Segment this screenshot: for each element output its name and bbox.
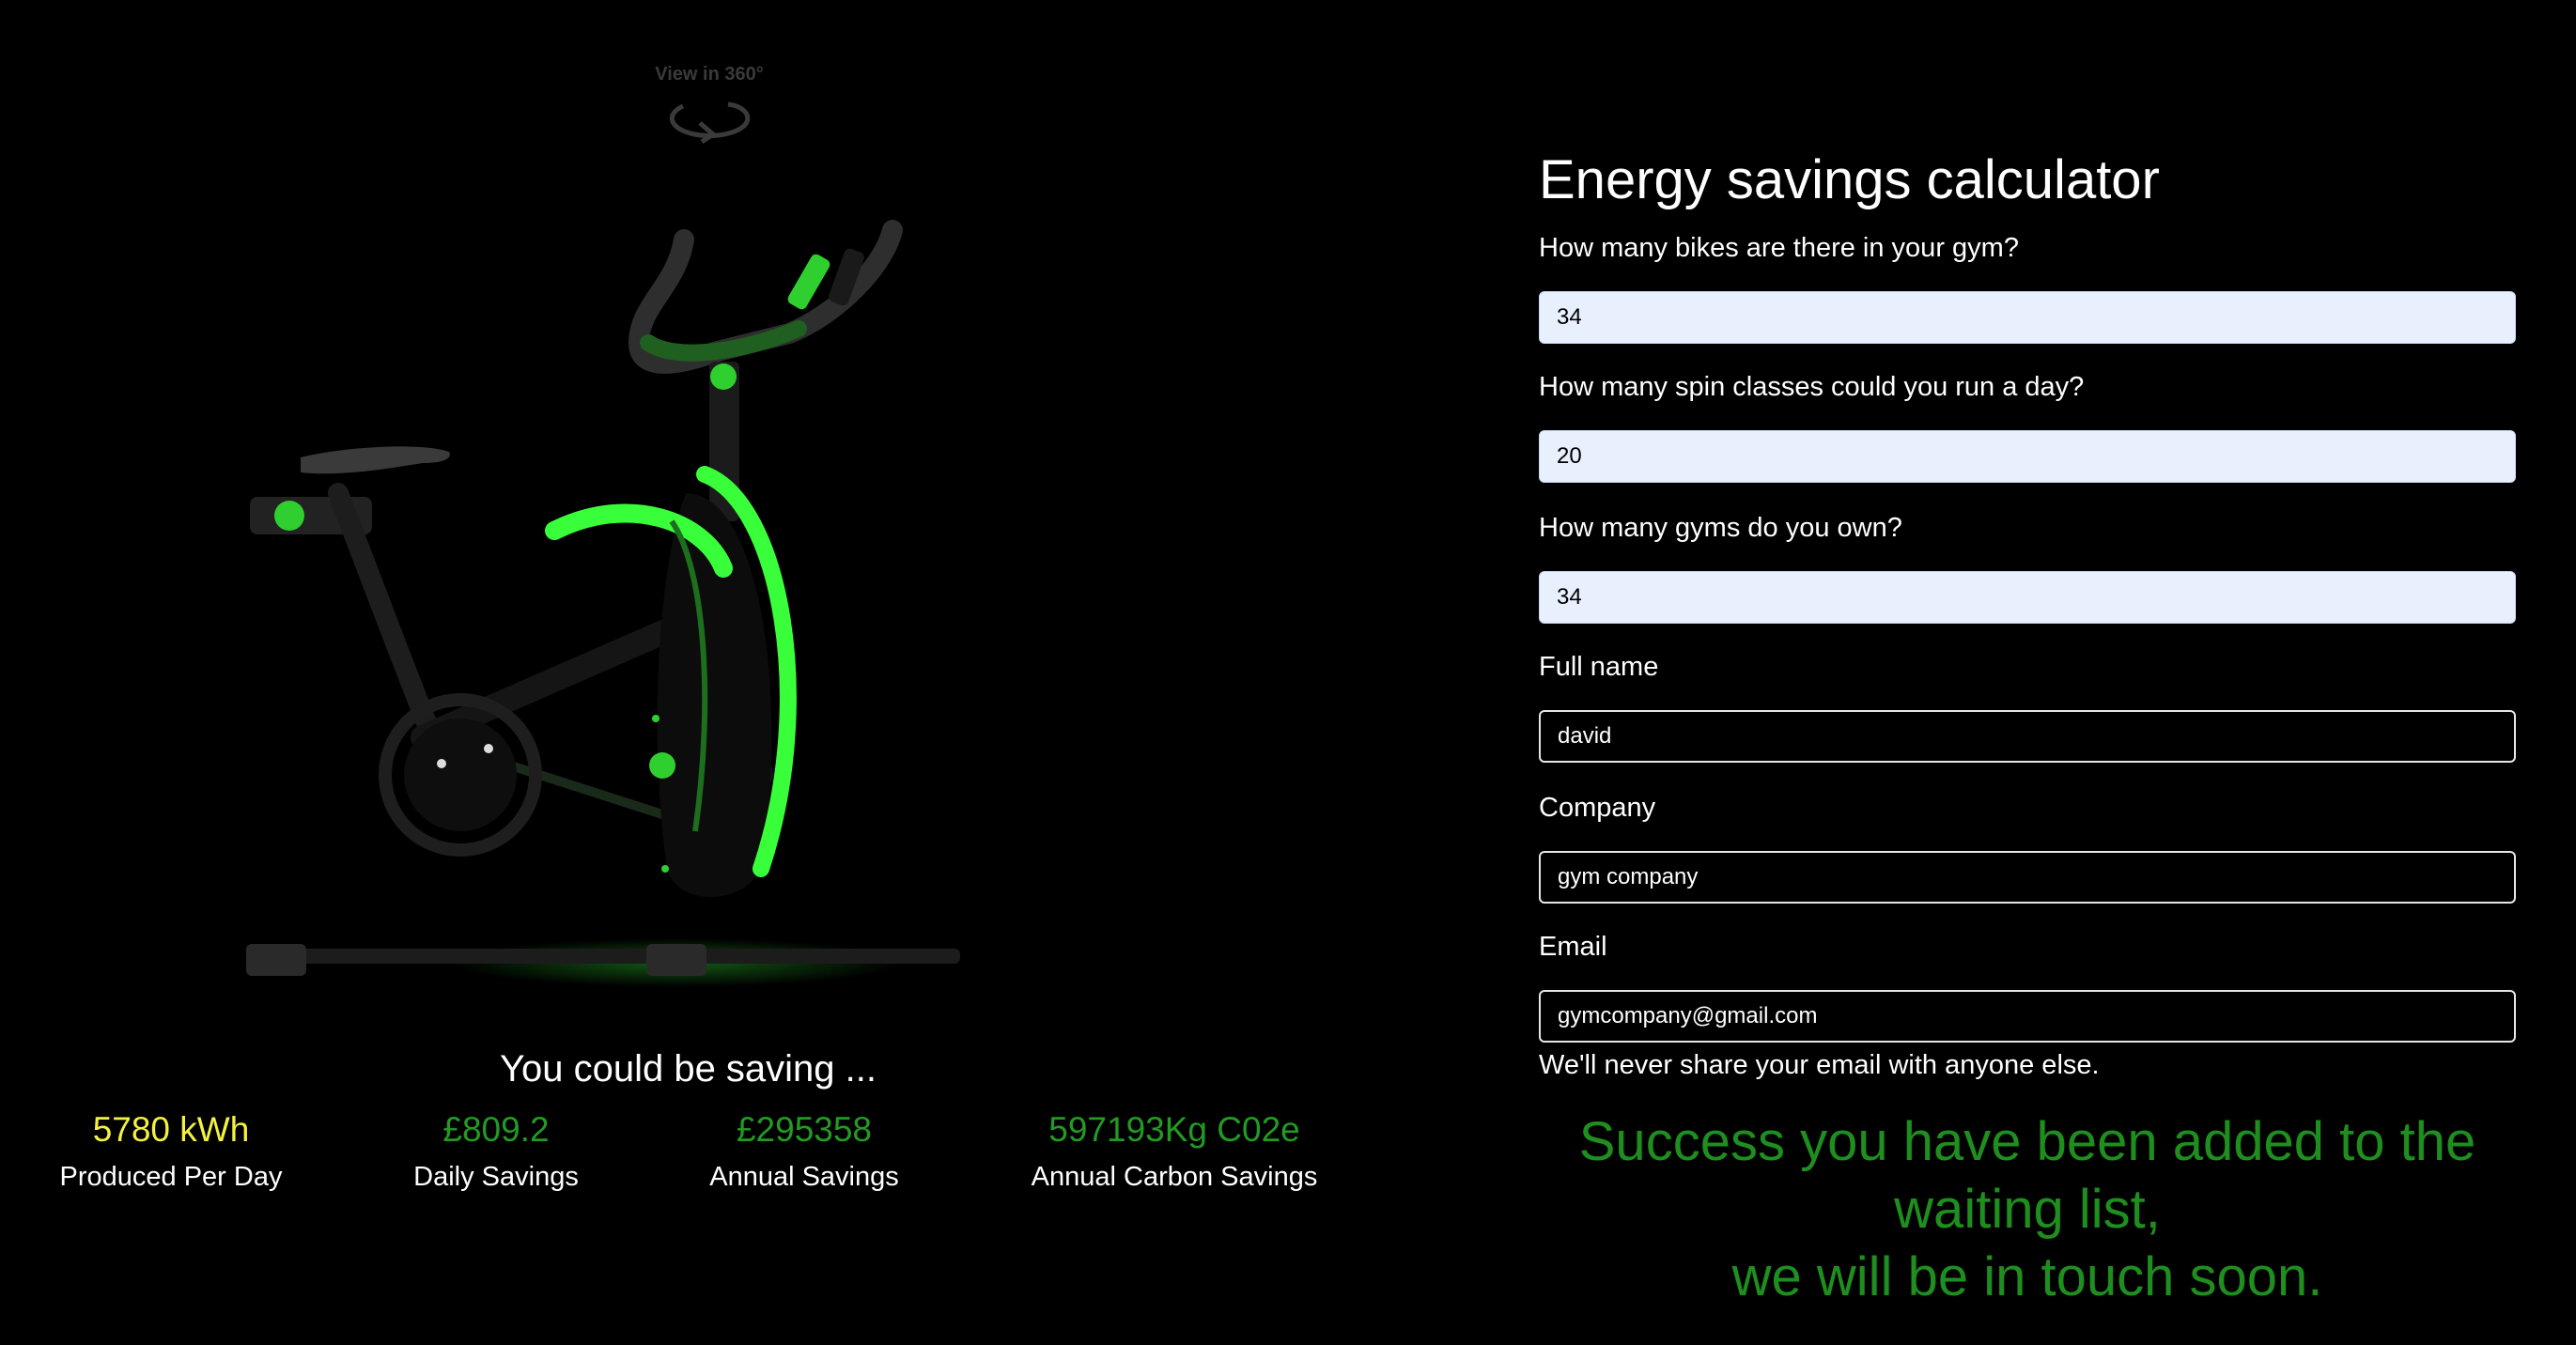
company-input[interactable] <box>1539 851 2516 904</box>
company-label: Company <box>1539 793 1656 823</box>
stat-label: Annual Carbon Savings <box>1031 1162 1318 1192</box>
email-label: Email <box>1539 932 1607 962</box>
stat-annual-carbon-savings: 597193Kg C02e Annual Carbon Savings <box>1005 1111 1343 1193</box>
email-input[interactable] <box>1539 990 2516 1043</box>
view-360-label: View in 360° <box>655 64 764 85</box>
savings-stats: 5780 kWh Produced Per Day £809.2 Daily S… <box>0 1111 1409 1205</box>
stat-value: £295358 <box>736 1110 873 1149</box>
gyms-count-input[interactable] <box>1539 571 2516 624</box>
bikes-count-input[interactable] <box>1539 291 2516 344</box>
stat-value: 5780 kWh <box>92 1110 250 1149</box>
stat-label: Daily Savings <box>413 1162 579 1192</box>
page: View in 360° You could be saving ... 578… <box>0 0 2576 1345</box>
success-line: we will be in touch soon. <box>1731 1246 2323 1307</box>
stat-value: 597193Kg C02e <box>1048 1110 1300 1149</box>
email-help-text: We'll never share your email with anyone… <box>1539 1050 2100 1080</box>
savings-heading: You could be saving ... <box>499 1048 877 1090</box>
stat-value: £809.2 <box>442 1110 550 1149</box>
spin-bike-image[interactable] <box>235 211 977 991</box>
form-title: Energy savings calculator <box>1539 149 2160 210</box>
success-line: Success you have been added to the <box>1578 1111 2476 1172</box>
stat-daily-savings: £809.2 Daily Savings <box>355 1111 637 1193</box>
success-line: waiting list, <box>1894 1179 2161 1240</box>
spin-classes-label: How many spin classes could you run a da… <box>1539 372 2085 402</box>
rotate-360-icon[interactable] <box>662 91 756 144</box>
product-panel: View in 360° You could be saving ... 578… <box>0 0 1409 1345</box>
spin-classes-input[interactable] <box>1539 430 2516 483</box>
stat-label: Produced Per Day <box>59 1162 283 1192</box>
stat-annual-savings: £295358 Annual Savings <box>663 1111 945 1193</box>
full-name-label: Full name <box>1539 652 1659 682</box>
success-message: Success you have been added to the waiti… <box>1539 1108 2516 1311</box>
view-360-control[interactable]: View in 360° <box>611 64 808 144</box>
gyms-label: How many gyms do you own? <box>1539 513 1902 543</box>
full-name-input[interactable] <box>1539 710 2516 763</box>
bikes-label: How many bikes are there in your gym? <box>1539 233 2019 263</box>
stat-label: Annual Savings <box>709 1162 899 1192</box>
stat-produced-per-day: 5780 kWh Produced Per Day <box>30 1111 312 1193</box>
